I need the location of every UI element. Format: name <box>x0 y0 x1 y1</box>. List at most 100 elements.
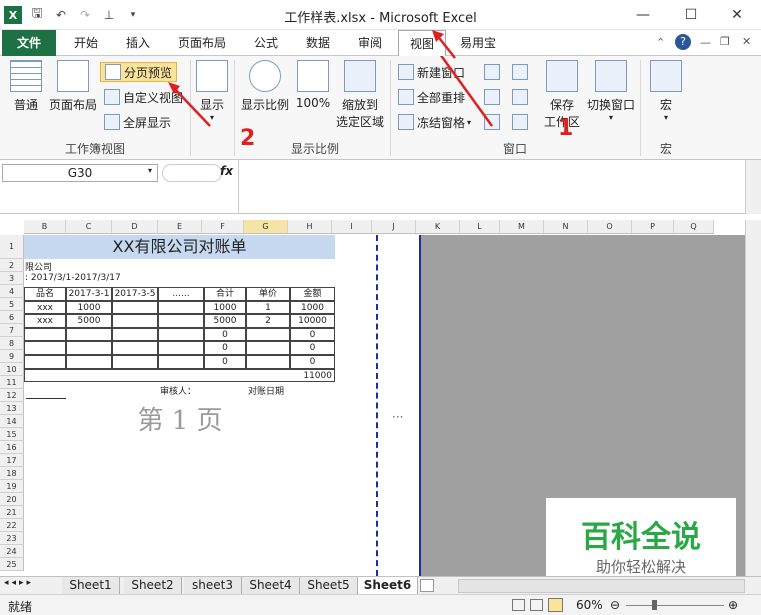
table-cell[interactable] <box>158 314 204 328</box>
table-cell[interactable]: 2 <box>246 314 290 328</box>
table-cell[interactable] <box>66 341 112 355</box>
zoom-slider-thumb[interactable] <box>652 600 657 610</box>
row-header[interactable]: 14 <box>0 415 24 428</box>
table-cell[interactable] <box>158 355 204 369</box>
insert-sheet-icon[interactable] <box>420 579 434 592</box>
table-cell[interactable]: 0 <box>290 341 335 355</box>
table-cell[interactable]: 1000 <box>290 300 335 315</box>
table-cell[interactable] <box>24 327 66 342</box>
minimize-icon[interactable]: — <box>626 4 660 26</box>
row-header[interactable]: 13 <box>0 402 24 415</box>
sheet-tab[interactable]: Sheet6 <box>358 577 418 594</box>
table-cell[interactable] <box>158 341 204 355</box>
column-header[interactable]: P <box>632 220 674 234</box>
row-header[interactable]: 23 <box>0 532 24 545</box>
table-cell[interactable]: xxx <box>24 314 66 328</box>
table-cell[interactable]: 0 <box>204 355 246 369</box>
table-cell[interactable] <box>66 327 112 342</box>
table-header-cell[interactable]: 2017-3-5 <box>112 287 158 301</box>
table-cell[interactable]: 10000 <box>290 314 335 328</box>
table-header-cell[interactable]: ...... <box>158 287 204 301</box>
column-header[interactable]: I <box>332 220 372 234</box>
table-cell[interactable]: 0 <box>204 341 246 355</box>
column-header[interactable]: K <box>416 220 460 234</box>
column-header[interactable]: Q <box>674 220 714 234</box>
row-header[interactable]: 22 <box>0 519 24 532</box>
table-header-cell[interactable]: 金额 <box>290 287 335 301</box>
row-header[interactable]: 24 <box>0 545 24 558</box>
table-header-cell[interactable]: 单价 <box>246 287 290 301</box>
table-cell[interactable] <box>112 300 158 315</box>
row-header[interactable]: 16 <box>0 441 24 454</box>
print-area-border[interactable] <box>419 235 421 576</box>
table-cell[interactable] <box>246 341 290 355</box>
table-cell[interactable] <box>66 355 112 369</box>
table-cell[interactable] <box>158 327 204 342</box>
table-cell[interactable]: 0 <box>204 327 246 342</box>
column-header[interactable]: D <box>112 220 158 234</box>
table-cell[interactable] <box>112 327 158 342</box>
insert-function-icon[interactable]: fx <box>220 164 233 178</box>
zoom-out-icon[interactable]: ⊖ <box>610 598 620 612</box>
table-cell[interactable]: 5000 <box>66 314 112 328</box>
table-cell[interactable] <box>246 327 290 342</box>
table-header-cell[interactable]: 2017-3-1 <box>66 287 112 301</box>
table-cell[interactable] <box>158 300 204 315</box>
zoom-level[interactable]: 60% <box>576 598 603 612</box>
row-header[interactable]: 7 <box>0 324 24 337</box>
table-header-cell[interactable]: 合计 <box>204 287 246 301</box>
formula-scrollbar[interactable] <box>745 160 761 214</box>
row-header[interactable]: 17 <box>0 454 24 467</box>
table-cell[interactable] <box>24 341 66 355</box>
row-header[interactable]: 19 <box>0 480 24 493</box>
formula-resize-handle[interactable] <box>162 164 222 182</box>
normal-view-icon[interactable] <box>512 599 525 611</box>
name-box[interactable]: G30 <box>2 164 158 182</box>
column-header[interactable]: N <box>544 220 588 234</box>
row-header[interactable]: 4 <box>0 285 24 298</box>
sheet-tab[interactable]: Sheet2 <box>124 577 182 594</box>
table-cell[interactable]: 1000 <box>66 300 112 315</box>
column-header[interactable]: J <box>372 220 416 234</box>
row-header[interactable]: 20 <box>0 493 24 506</box>
page-break-dashed-line[interactable] <box>376 235 378 576</box>
column-header[interactable]: E <box>158 220 202 234</box>
row-header[interactable]: 10 <box>0 363 24 376</box>
table-cell[interactable]: 1000 <box>204 300 246 315</box>
formula-input[interactable] <box>239 162 744 212</box>
row-header[interactable]: 9 <box>0 350 24 363</box>
row-header[interactable]: 8 <box>0 337 24 350</box>
column-header[interactable]: O <box>588 220 632 234</box>
sheet-tab[interactable]: Sheet5 <box>300 577 358 594</box>
table-cell[interactable]: 0 <box>290 355 335 369</box>
table-cell[interactable] <box>112 314 158 328</box>
page-layout-icon[interactable] <box>530 599 543 611</box>
total-row[interactable] <box>24 368 335 383</box>
table-cell[interactable]: 5000 <box>204 314 246 328</box>
column-header[interactable]: C <box>66 220 112 234</box>
row-header[interactable]: 25 <box>0 558 24 571</box>
sheet-tab[interactable]: sheet3 <box>184 577 242 594</box>
column-header[interactable]: F <box>202 220 244 234</box>
column-header[interactable]: L <box>460 220 500 234</box>
column-header[interactable]: G <box>244 220 288 234</box>
column-header[interactable]: M <box>500 220 544 234</box>
table-cell[interactable] <box>112 341 158 355</box>
row-header[interactable]: 11 <box>0 376 24 389</box>
zoom-slider[interactable] <box>626 605 724 606</box>
table-cell[interactable]: 1 <box>246 300 290 315</box>
horizontal-scrollbar[interactable] <box>458 579 745 593</box>
table-header-cell[interactable]: 品名 <box>24 287 66 301</box>
table-cell[interactable] <box>112 355 158 369</box>
row-header[interactable]: 18 <box>0 467 24 480</box>
sheet-tab[interactable]: Sheet4 <box>242 577 300 594</box>
row-header[interactable]: 15 <box>0 428 24 441</box>
vertical-scrollbar[interactable] <box>745 220 761 576</box>
close-icon[interactable]: ✕ <box>720 4 754 26</box>
row-header[interactable]: 12 <box>0 389 24 402</box>
table-cell[interactable]: xxx <box>24 300 66 315</box>
maximize-icon[interactable]: ☐ <box>674 4 708 26</box>
sheet-tab[interactable]: Sheet1 <box>62 577 120 594</box>
zoom-in-icon[interactable]: ⊕ <box>728 598 738 612</box>
row-header[interactable]: 2 <box>0 259 24 272</box>
